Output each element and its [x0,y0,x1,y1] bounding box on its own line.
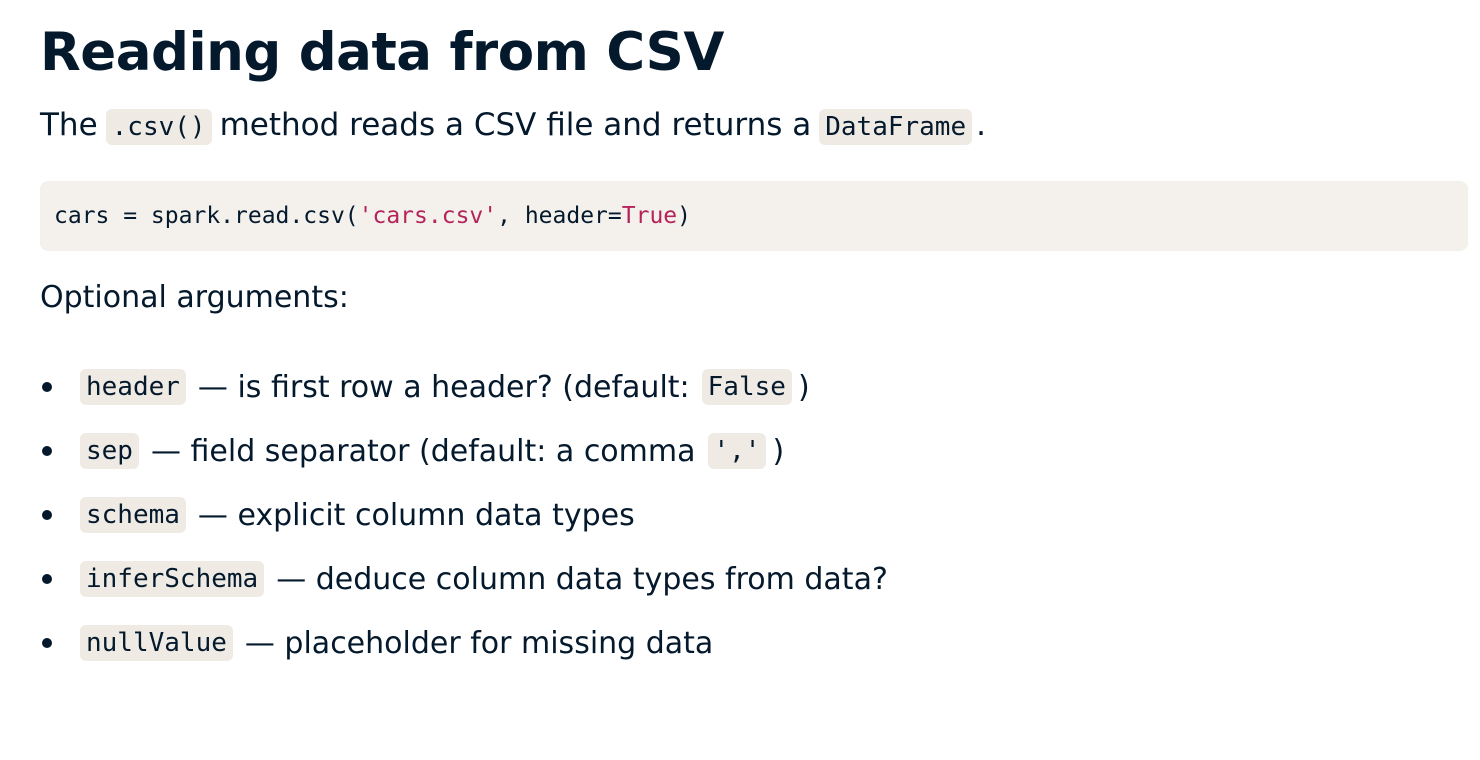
code-part-2: , header= [497,203,622,229]
code-keyword-true: True [621,203,678,229]
argument-description: — deduce column data types from data? [276,561,888,597]
page-title: Reading data from CSV [40,22,724,83]
bullet-icon [42,574,52,584]
argument-description: — is first row a header? (default: [197,369,690,405]
arguments-list: header — is first row a header? (default… [40,355,888,675]
code-part-3: ) [677,203,691,229]
optional-arguments-heading: Optional arguments: [40,280,349,315]
list-item: nullValue — placeholder for missing data [40,611,888,675]
code-string-literal: 'cars.csv' [358,203,498,229]
argument-description: — explicit column data types [197,497,635,533]
argument-description: — placeholder for missing data [244,625,714,661]
list-item: inferSchema — deduce column data types f… [40,547,888,611]
intro-suffix: . [976,107,986,143]
argument-name: sep [80,433,139,469]
argument-name: nullValue [80,625,233,661]
code-block: cars = spark.read.csv('cars.csv', header… [40,181,1468,251]
intro-middle: method reads a CSV file and returns a [219,107,812,143]
bullet-icon [42,382,52,392]
argument-name: header [80,369,186,405]
list-item: schema — explicit column data types [40,483,888,547]
argument-tail: ) [797,369,810,405]
bullet-icon [42,446,52,456]
argument-tail: ) [772,433,785,469]
argument-default: ',' [707,433,767,469]
argument-description: — field separator (default: a comma [150,433,696,469]
inline-code-dataframe: DataFrame [819,109,973,145]
argument-name: schema [80,497,186,533]
argument-name: inferSchema [80,561,265,597]
intro-paragraph: The .csv() method reads a CSV file and ret… [40,104,986,148]
bullet-icon [42,510,52,520]
inline-code-csv-method: .csv() [105,109,212,145]
bullet-icon [42,638,52,648]
code-part-1: cars = spark.read.csv( [54,203,359,229]
list-item: sep — field separator (default: a comma … [40,419,888,483]
list-item: header — is first row a header? (default… [40,355,888,419]
intro-prefix: The [40,107,98,143]
argument-default: False [701,369,792,405]
